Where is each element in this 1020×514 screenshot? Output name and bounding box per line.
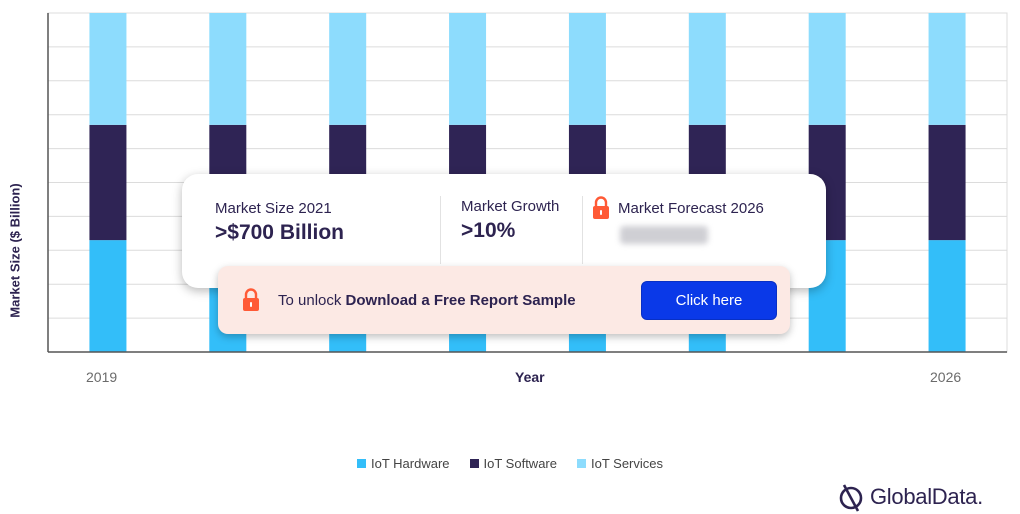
bar-segment-iot-software-7 [928, 124, 966, 241]
x-tick-2026: 2026 [930, 369, 962, 385]
unlock-link-text: Download a Free Report Sample [345, 292, 576, 309]
divider [582, 196, 583, 264]
legend-label: IoT Hardware [371, 456, 450, 471]
legend-swatch-hardware [357, 459, 366, 468]
market-forecast-label: Market Forecast 2026 [618, 199, 764, 217]
market-size-stat: Market Size 2021 >$700 Billion [215, 200, 344, 245]
legend-swatch-software [469, 459, 479, 468]
globaldata-logo-icon [839, 484, 863, 512]
bar-segment-iot-hardware-0 [89, 240, 127, 352]
unlock-text: To unlock Download a Free Report Sample [278, 292, 576, 309]
unlock-banner: To unlock Download a Free Report Sample … [218, 266, 790, 334]
lock-icon [243, 288, 259, 311]
click-here-button[interactable]: Click here [641, 281, 777, 320]
bar-segment-iot-hardware-7 [928, 240, 966, 352]
globaldata-logo: GlobalData. [838, 482, 983, 512]
legend-label: IoT Services [590, 456, 663, 471]
legend-item-software: IoT Software [469, 456, 557, 471]
bar-segment-iot-services-7 [928, 13, 966, 125]
market-growth-stat: Market Growth >10% [461, 198, 559, 243]
legend-label: IoT Software [483, 456, 557, 471]
x-tick-2019: 2019 [86, 369, 118, 385]
lock-icon [593, 196, 609, 219]
blurred-forecast-value [620, 226, 708, 244]
market-forecast-stat: Market Forecast 2026 [592, 196, 764, 244]
y-axis-label: Market Size ($ Billion) [7, 182, 23, 318]
market-size-value: >$700 Billion [215, 221, 344, 244]
bar-segment-iot-software-0 [89, 124, 127, 241]
market-growth-label: Market Growth [461, 198, 560, 215]
legend-item-hardware: IoT Hardware [357, 456, 450, 471]
legend-item-services: IoT Services [576, 456, 663, 471]
bar-segment-iot-services-3 [449, 13, 487, 125]
bar-segment-iot-services-4 [568, 13, 606, 125]
bar-segment-iot-services-0 [89, 13, 127, 125]
bar-segment-iot-services-5 [688, 13, 726, 125]
legend-swatch-services [576, 459, 586, 468]
bar-segment-iot-services-1 [209, 13, 247, 125]
bar-segment-iot-services-2 [329, 13, 367, 125]
unlock-prefix: To unlock [278, 292, 342, 309]
x-axis-label: Year [515, 369, 545, 385]
divider [440, 196, 441, 264]
brand-name: GlobalData. [870, 484, 983, 509]
market-growth-value: >10% [461, 219, 516, 242]
bar-segment-iot-services-6 [808, 13, 846, 125]
legend: IoT Hardware IoT Software IoT Services [0, 456, 1020, 471]
market-size-label: Market Size 2021 [215, 200, 332, 217]
